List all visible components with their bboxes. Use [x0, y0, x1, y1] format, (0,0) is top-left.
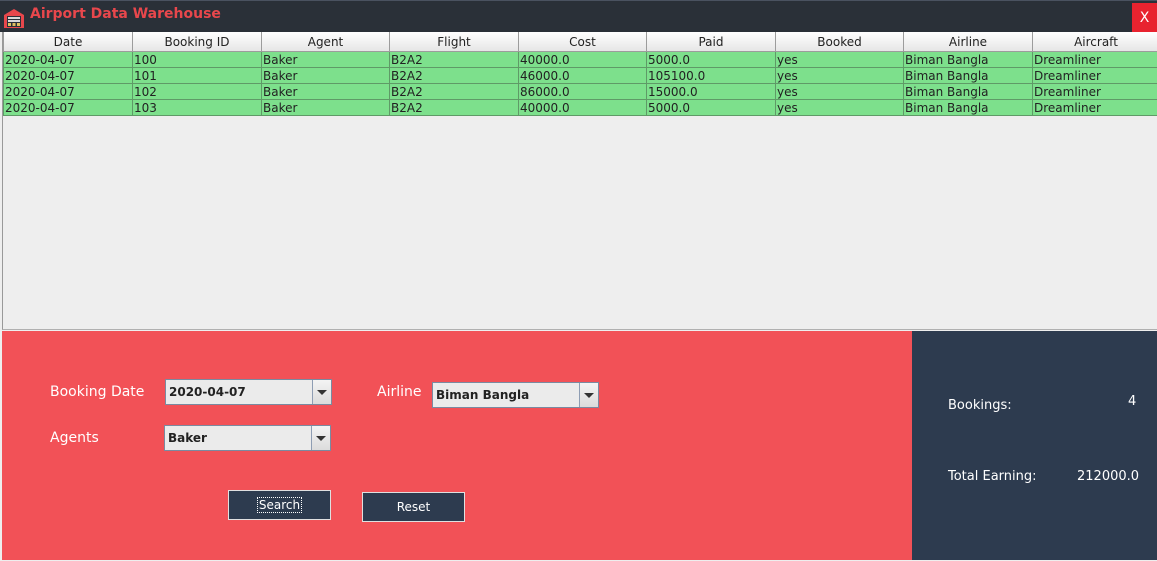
- agents-label: Agents: [50, 430, 99, 446]
- table-cell: yes: [775, 83, 904, 100]
- bookings-count: 4: [1128, 394, 1137, 409]
- table-cell: Dreamliner: [1032, 51, 1157, 68]
- booking-date-label: Booking Date: [50, 384, 145, 400]
- table-cell: 100: [132, 51, 262, 68]
- table-cell: 2020-04-07: [3, 67, 133, 84]
- search-button-label: Search: [256, 497, 303, 513]
- airline-label: Airline: [377, 384, 422, 400]
- table-cell: Dreamliner: [1032, 83, 1157, 100]
- column-header-booking-id[interactable]: Booking ID: [132, 32, 262, 52]
- table-cell: Dreamliner: [1032, 99, 1157, 116]
- table-cell: Baker: [261, 67, 390, 84]
- table-cell: 103: [132, 99, 262, 116]
- table-cell: 101: [132, 67, 262, 84]
- table-row[interactable]: 2020-04-07 100 Baker B2A2 40000.0 5000.0…: [3, 51, 1157, 68]
- chevron-down-icon[interactable]: [311, 426, 330, 450]
- table-cell: Biman Bangla: [903, 99, 1033, 116]
- close-button[interactable]: X: [1132, 3, 1157, 33]
- column-header-paid[interactable]: Paid: [646, 32, 776, 52]
- bookings-label: Bookings:: [948, 398, 1012, 413]
- table-cell: Dreamliner: [1032, 67, 1157, 84]
- total-earning-label: Total Earning:: [948, 469, 1037, 484]
- column-header-cost[interactable]: Cost: [518, 32, 647, 52]
- table-cell: B2A2: [389, 99, 519, 116]
- column-header-flight[interactable]: Flight: [389, 32, 519, 52]
- table-cell: 86000.0: [518, 83, 647, 100]
- table-cell: 5000.0: [646, 51, 776, 68]
- table-cell: yes: [775, 67, 904, 84]
- table-cell: B2A2: [389, 51, 519, 68]
- window-title: Airport Data Warehouse: [30, 6, 221, 22]
- column-header-agent[interactable]: Agent: [261, 32, 390, 52]
- title-bar: Airport Data Warehouse X: [0, 0, 1157, 33]
- table-cell: yes: [775, 51, 904, 68]
- booking-date-dropdown[interactable]: 2020-04-07: [165, 379, 332, 405]
- table-cell: 5000.0: [646, 99, 776, 116]
- column-header-date[interactable]: Date: [3, 32, 133, 52]
- table-cell: 2020-04-07: [3, 99, 133, 116]
- table-cell: yes: [775, 99, 904, 116]
- table-cell: 15000.0: [646, 83, 776, 100]
- table-cell: B2A2: [389, 83, 519, 100]
- booking-date-value: 2020-04-07: [169, 385, 246, 399]
- agents-value: Baker: [168, 431, 207, 445]
- column-header-aircraft[interactable]: Aircraft: [1032, 32, 1157, 52]
- table-cell: 40000.0: [518, 51, 647, 68]
- airline-dropdown[interactable]: Biman Bangla: [432, 382, 599, 408]
- table-cell: Biman Bangla: [903, 51, 1033, 68]
- agents-dropdown[interactable]: Baker: [164, 425, 331, 451]
- airline-value: Biman Bangla: [436, 388, 530, 402]
- table-cell: Baker: [261, 99, 390, 116]
- table-cell: 2020-04-07: [3, 83, 133, 100]
- chevron-down-icon[interactable]: [579, 383, 598, 407]
- chevron-down-icon[interactable]: [312, 380, 331, 404]
- column-header-booked[interactable]: Booked: [775, 32, 904, 52]
- table-cell: 46000.0: [518, 67, 647, 84]
- table-cell: 102: [132, 83, 262, 100]
- table-header-row: Date Booking ID Agent Flight Cost Paid B…: [3, 32, 1157, 52]
- table-row[interactable]: 2020-04-07 101 Baker B2A2 46000.0 105100…: [3, 67, 1157, 84]
- table-cell: B2A2: [389, 67, 519, 84]
- table-cell: Biman Bangla: [903, 83, 1033, 100]
- app-window: Airport Data Warehouse X Date Booking ID…: [0, 0, 1157, 561]
- bookings-table-container[interactable]: Date Booking ID Agent Flight Cost Paid B…: [2, 32, 1157, 330]
- warehouse-icon: [3, 7, 25, 29]
- search-button[interactable]: Search: [228, 490, 331, 520]
- table-cell: Biman Bangla: [903, 67, 1033, 84]
- filter-panel: Booking Date 2020-04-07 Airline Biman Ba…: [2, 331, 912, 560]
- table-cell: Baker: [261, 83, 390, 100]
- total-earning-value: 212000.0: [1077, 469, 1140, 484]
- table-row[interactable]: 2020-04-07 102 Baker B2A2 86000.0 15000.…: [3, 83, 1157, 100]
- summary-panel: Bookings: 4 Total Earning: 212000.0: [912, 331, 1157, 560]
- bookings-table: Date Booking ID Agent Flight Cost Paid B…: [3, 32, 1157, 116]
- table-cell: 105100.0: [646, 67, 776, 84]
- table-cell: 40000.0: [518, 99, 647, 116]
- reset-button[interactable]: Reset: [362, 492, 465, 522]
- table-row[interactable]: 2020-04-07 103 Baker B2A2 40000.0 5000.0…: [3, 99, 1157, 116]
- table-cell: 2020-04-07: [3, 51, 133, 68]
- column-header-airline[interactable]: Airline: [903, 32, 1033, 52]
- table-cell: Baker: [261, 51, 390, 68]
